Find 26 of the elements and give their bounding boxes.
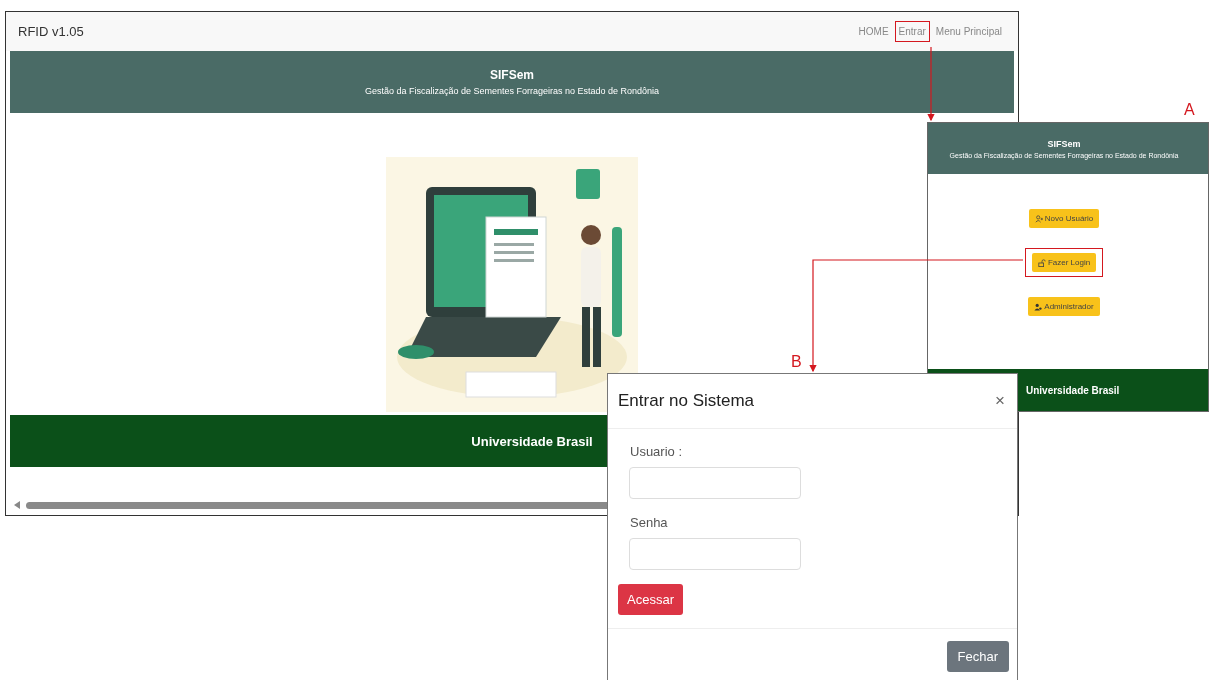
footer-text: Universidade Brasil bbox=[1026, 384, 1120, 396]
submit-button[interactable]: Acessar bbox=[618, 584, 683, 615]
field-label: Usuario : bbox=[630, 444, 683, 459]
users-icon bbox=[1034, 302, 1043, 311]
add-user-icon bbox=[1034, 214, 1043, 223]
header-subtitle: Gestão da Fiscalização de Sementes Forrageiras no Estado de Rondônia bbox=[364, 86, 660, 96]
panel-label: A bbox=[1184, 101, 1195, 119]
new-user-button[interactable]: Novo Usuário bbox=[1028, 209, 1100, 228]
footer-text: Universidade Brasil bbox=[471, 433, 593, 449]
input-field[interactable] bbox=[629, 467, 801, 499]
scroll-left-icon[interactable] bbox=[14, 501, 20, 509]
close-dialog-button[interactable]: Fechar bbox=[946, 641, 1009, 672]
field-label: Senha bbox=[630, 515, 668, 530]
header-title: SIFSem bbox=[490, 68, 534, 82]
panel-label: B bbox=[791, 353, 802, 371]
nav-link[interactable]: Entrar bbox=[894, 21, 930, 42]
input-field[interactable] bbox=[629, 538, 801, 570]
brand-text: RFID v1.05 bbox=[18, 24, 84, 39]
close-button[interactable]: × bbox=[995, 391, 1005, 411]
login-button[interactable]: Fazer Login bbox=[1031, 253, 1097, 272]
nav-link[interactable]: Menu Principal bbox=[931, 21, 1006, 42]
dialog-title: Entrar no Sistema bbox=[618, 391, 755, 411]
header-title: SIFSem bbox=[1047, 138, 1081, 149]
admin-button[interactable]: Administrador bbox=[1028, 297, 1100, 316]
unlock-icon bbox=[1037, 258, 1046, 267]
nav-link[interactable]: HOME bbox=[854, 21, 893, 42]
